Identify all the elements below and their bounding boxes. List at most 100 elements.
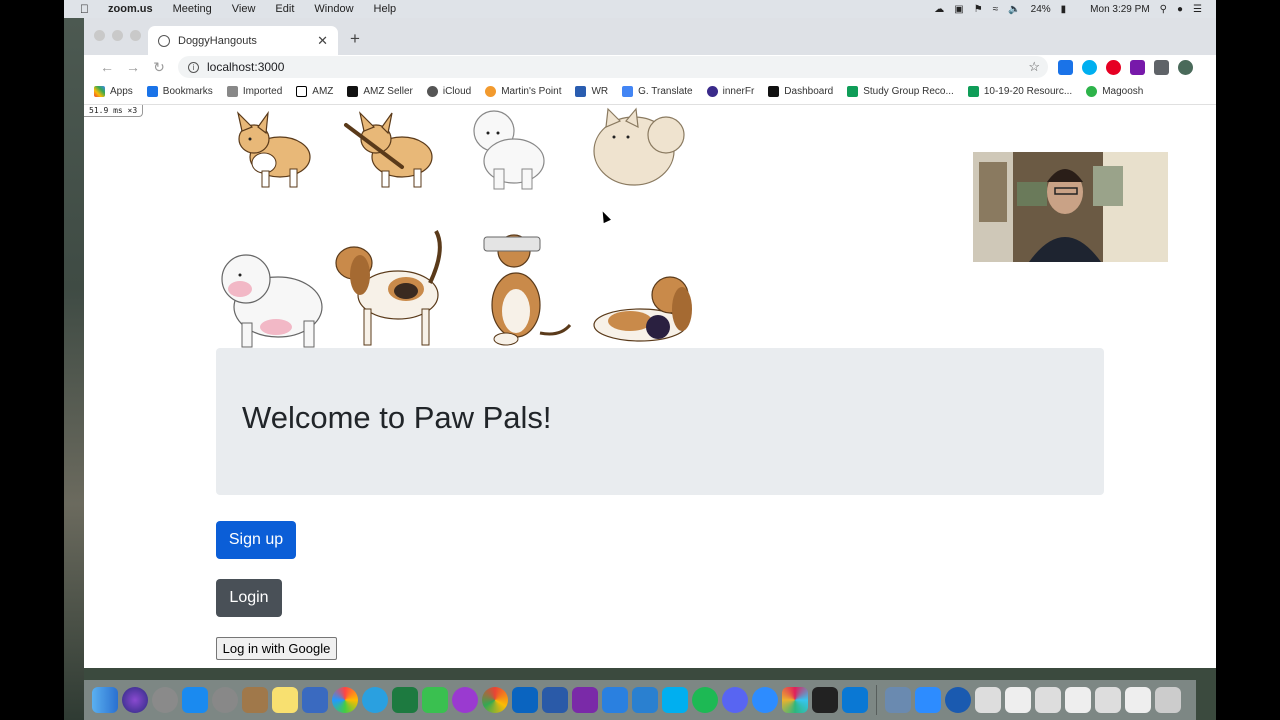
maximize-window-icon[interactable] — [130, 30, 141, 41]
siri-icon[interactable] — [122, 687, 148, 713]
clock[interactable]: Mon 3:29 PM — [1090, 4, 1149, 15]
bulldog-icon — [221, 254, 323, 348]
bookmark-amz[interactable]: AMZ — [296, 86, 333, 97]
window-thumbnail-icon[interactable] — [1005, 687, 1031, 713]
zoom-meeting-icon[interactable] — [915, 687, 941, 713]
bookmark-amz-seller[interactable]: AMZ Seller — [347, 86, 413, 97]
amazon-icon — [296, 86, 308, 97]
google-login-button[interactable]: Log in with Google — [216, 637, 337, 660]
discord-icon[interactable] — [722, 687, 748, 713]
zoom-icon[interactable] — [752, 687, 778, 713]
launchpad-icon[interactable] — [212, 687, 238, 713]
notebook-icon[interactable] — [242, 687, 268, 713]
spotify-icon[interactable] — [692, 687, 718, 713]
preview-icon[interactable] — [302, 687, 328, 713]
corgi-with-stick-icon — [344, 111, 433, 188]
finder-icon[interactable] — [92, 687, 118, 713]
close-window-icon[interactable] — [94, 30, 105, 41]
bookmark-study-group[interactable]: Study Group Reco... — [847, 86, 954, 97]
cloud-icon[interactable]: ☁ — [934, 4, 944, 15]
bookmark-martins-point[interactable]: Martin's Point — [485, 86, 561, 97]
spotlight-icon[interactable]: ⚲ — [1160, 4, 1167, 15]
minimize-window-icon[interactable] — [112, 30, 123, 41]
info-icon[interactable]: i — [188, 61, 199, 73]
flag-icon[interactable]: ⚑ — [974, 4, 983, 15]
quicktime-icon[interactable] — [945, 687, 971, 713]
bookmark-magoosh[interactable]: Magoosh — [1086, 86, 1143, 97]
trash-icon[interactable] — [1155, 687, 1181, 713]
zoom-video-thumbnail[interactable] — [973, 152, 1168, 262]
word-icon[interactable] — [542, 687, 568, 713]
slack-icon[interactable] — [782, 687, 808, 713]
address-bar[interactable]: i localhost:3000 ☆ — [178, 56, 1048, 78]
window-thumbnail-icon[interactable] — [975, 687, 1001, 713]
window-thumbnail-icon[interactable] — [1095, 687, 1121, 713]
login-button[interactable]: Login — [216, 579, 282, 617]
calendar-extension-icon[interactable] — [1058, 59, 1073, 75]
window-thumbnail-icon[interactable] — [1125, 687, 1151, 713]
outlook-icon[interactable] — [512, 687, 538, 713]
battery-icon[interactable]: ▮ — [1061, 4, 1067, 15]
notes-icon[interactable] — [272, 687, 298, 713]
new-tab-icon[interactable]: + — [350, 29, 360, 49]
display-icon[interactable]: ▣ — [954, 4, 963, 15]
app-store-icon[interactable] — [182, 687, 208, 713]
bookmark-bookmarks[interactable]: Bookmarks — [146, 86, 213, 97]
close-tab-icon[interactable]: ✕ — [317, 33, 328, 49]
sun-icon — [485, 86, 497, 97]
back-icon[interactable]: ← — [94, 59, 120, 75]
menu-app-name[interactable]: zoom.us — [108, 3, 153, 15]
sign-up-button[interactable]: Sign up — [216, 521, 296, 559]
apple-icon[interactable]:  — [80, 2, 100, 16]
profile-avatar[interactable] — [1178, 59, 1193, 75]
onenote-extension-icon[interactable] — [1130, 59, 1145, 75]
menu-meeting[interactable]: Meeting — [173, 3, 212, 15]
menu-edit[interactable]: Edit — [275, 3, 294, 15]
window-thumbnail-icon[interactable] — [1065, 687, 1091, 713]
corgi-icon — [236, 110, 311, 188]
onedrive-icon[interactable] — [632, 687, 658, 713]
reload-icon[interactable]: ↻ — [146, 59, 172, 76]
screenshot-icon[interactable] — [885, 687, 911, 713]
wifi-icon[interactable]: ≈ — [993, 4, 999, 15]
bookmark-label: Imported — [242, 86, 283, 97]
bookmark-innerfr[interactable]: innerFr — [706, 86, 754, 97]
bookmark-resources[interactable]: 10-19-20 Resourc... — [967, 86, 1073, 97]
podcasts-icon[interactable] — [452, 687, 478, 713]
bookmark-apps[interactable]: Apps — [94, 86, 133, 97]
excel-icon[interactable] — [392, 687, 418, 713]
chrome-icon[interactable] — [482, 687, 508, 713]
bookmark-star-icon[interactable]: ☆ — [1028, 59, 1040, 75]
window-thumbnail-icon[interactable] — [1035, 687, 1061, 713]
bookmark-icloud[interactable]: iCloud — [426, 86, 471, 97]
bookmark-wr[interactable]: WR — [575, 86, 608, 97]
pen-icon[interactable] — [602, 687, 628, 713]
control-center-icon[interactable]: ☰ — [1193, 4, 1202, 15]
puzzle-extension-icon[interactable] — [1154, 59, 1169, 75]
tab-doggyhangouts[interactable]: DoggyHangouts ✕ — [148, 26, 338, 55]
menu-view[interactable]: View — [232, 3, 256, 15]
globe-icon — [158, 34, 170, 47]
system-preferences-icon[interactable] — [152, 687, 178, 713]
battery-percent[interactable]: 24% — [1031, 4, 1051, 15]
skype-icon[interactable] — [662, 687, 688, 713]
innerfr-icon — [706, 86, 718, 97]
photos-icon[interactable] — [332, 687, 358, 713]
menu-window[interactable]: Window — [314, 3, 353, 15]
bookmark-dashboard[interactable]: Dashboard — [768, 86, 833, 97]
pinterest-extension-icon[interactable] — [1106, 59, 1121, 75]
messages-icon[interactable] — [362, 687, 388, 713]
terminal-icon[interactable] — [812, 687, 838, 713]
sheets-icon — [847, 86, 859, 97]
skype-extension-icon[interactable] — [1082, 59, 1097, 75]
volume-icon[interactable]: 🔈 — [1008, 4, 1020, 15]
onenote-icon[interactable] — [572, 687, 598, 713]
siri-icon[interactable]: ● — [1177, 4, 1183, 15]
bookmark-imported[interactable]: Imported — [226, 86, 283, 97]
vscode-icon[interactable] — [842, 687, 868, 713]
bookmark-google-translate[interactable]: G. Translate — [622, 86, 693, 97]
bookmark-label: 10-19-20 Resourc... — [983, 86, 1073, 97]
forward-icon[interactable]: → — [120, 59, 146, 75]
menu-help[interactable]: Help — [374, 3, 397, 15]
facetime-icon[interactable] — [422, 687, 448, 713]
